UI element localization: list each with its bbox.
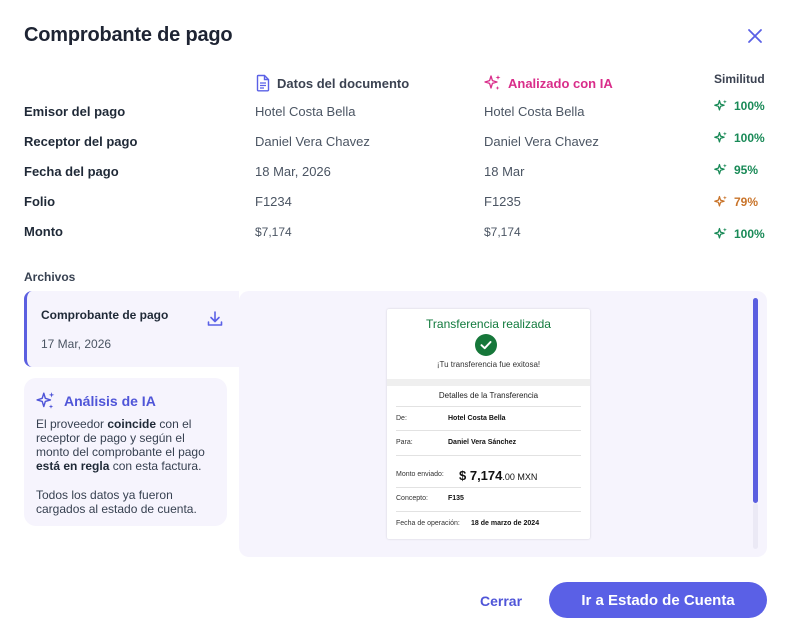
files-panel: Comprobante de pago 17 Mar, 2026 Análisi… — [24, 291, 767, 557]
document-icon — [256, 74, 270, 92]
row-label-date: Fecha del pago — [24, 164, 119, 179]
go-to-statement-button[interactable]: Ir a Estado de Cuenta — [549, 582, 767, 618]
receipt-value-to: Daniel Vera Sánchez — [448, 439, 517, 446]
close-button[interactable]: Cerrar — [480, 593, 522, 609]
sparkle-icon — [714, 163, 727, 175]
receipt-title: Transferencia realizada — [426, 317, 551, 331]
download-icon[interactable] — [205, 309, 225, 329]
similarity-receiver: 100% — [714, 131, 765, 145]
similarity-date: 95% — [714, 163, 758, 177]
doc-value-date: 18 Mar, 2026 — [255, 164, 331, 179]
receipt-image: Transferencia realizada ¡Tu transferenci… — [387, 309, 590, 539]
ai-analysis-text: El proveedor coincide con el receptor de… — [36, 417, 205, 473]
files-section-label: Archivos — [24, 270, 76, 284]
receipt-subtitle: ¡Tu transferencia fue exitosa! — [436, 360, 541, 369]
column-header-document: Datos del documento — [255, 74, 409, 92]
file-date: 17 Mar, 2026 — [41, 337, 112, 351]
file-item[interactable]: Comprobante de pago 17 Mar, 2026 — [24, 291, 239, 367]
sparkle-icon — [484, 75, 501, 90]
sparkle-icon — [714, 195, 727, 207]
ai-analysis-card: Análisis de IA El proveedor coincide con… — [24, 378, 227, 526]
receipt-value-date: 18 de marzo de 2024 — [471, 520, 540, 527]
receipt-divider — [396, 455, 581, 456]
doc-value-receiver: Daniel Vera Chavez — [255, 134, 370, 149]
ai-analysis-title: Análisis de IA — [64, 393, 156, 409]
receipt-value-from: Hotel Costa Bella — [448, 415, 506, 422]
similarity-value: 79% — [734, 195, 759, 209]
receipt-label-concept: Concepto: — [396, 495, 428, 502]
ai-analysis-note: Todos los datos ya fueron cargados al es… — [36, 488, 197, 516]
receipt-divider — [396, 430, 581, 431]
row-label-amount: Monto — [24, 224, 63, 239]
receipt-value-concept: F135 — [448, 495, 464, 502]
dialog-title: Comprobante de pago — [24, 24, 233, 46]
receipt-label-date: Fecha de operación: — [396, 520, 460, 527]
similarity-value: 100% — [734, 99, 765, 113]
ai-value-receiver: Daniel Vera Chavez — [484, 134, 599, 149]
row-label-folio: Folio — [24, 194, 56, 209]
column-header-ai: Analizado con IA — [484, 74, 613, 92]
row-label-receiver: Receptor del pago — [24, 134, 138, 149]
ai-value-folio: F1235 — [484, 194, 521, 209]
ai-value-issuer: Hotel Costa Bella — [484, 104, 585, 119]
similarity-value: 100% — [734, 227, 765, 241]
column-header-similarity: Similitud — [714, 72, 765, 86]
doc-value-issuer: Hotel Costa Bella — [255, 104, 356, 119]
receipt-divider — [396, 511, 581, 512]
receipt-value-amount: $ 7,174.00 MXN — [459, 468, 538, 483]
receipt-divider — [387, 379, 590, 386]
sparkle-icon — [36, 392, 55, 409]
preview-scrollbar-thumb[interactable] — [753, 298, 758, 503]
receipt-section-title: Detalles de la Transferencia — [438, 391, 539, 400]
close-icon[interactable] — [744, 25, 766, 47]
column-header-document-label: Datos del documento — [277, 75, 410, 91]
similarity-folio: 79% — [714, 195, 758, 209]
similarity-issuer: 100% — [714, 99, 765, 113]
ai-value-date: 18 Mar — [484, 164, 525, 179]
similarity-value: 95% — [734, 163, 759, 177]
row-label-issuer: Emisor del pago — [24, 104, 126, 119]
similarity-value: 100% — [734, 131, 765, 145]
ai-value-amount: $7,174 — [484, 225, 521, 239]
receipt-divider — [396, 487, 581, 488]
file-name: Comprobante de pago — [41, 308, 169, 322]
receipt-label-from: De: — [396, 415, 407, 422]
similarity-amount: 100% — [714, 227, 765, 241]
sparkle-icon — [714, 131, 727, 143]
receipt-label-to: Para: — [396, 439, 413, 446]
doc-value-amount: $7,174 — [255, 225, 292, 239]
receipt-label-amount: Monto enviado: — [396, 471, 444, 478]
payment-receipt-dialog: Comprobante de pago Datos del documento … — [0, 0, 791, 642]
sparkle-icon — [714, 227, 727, 239]
preview-scrollbar-track[interactable] — [753, 503, 758, 549]
check-icon — [475, 334, 497, 356]
sparkle-icon — [714, 99, 727, 111]
doc-value-folio: F1234 — [255, 194, 292, 209]
column-header-ai-label: Analizado con IA — [508, 75, 613, 91]
receipt-divider — [396, 406, 581, 407]
